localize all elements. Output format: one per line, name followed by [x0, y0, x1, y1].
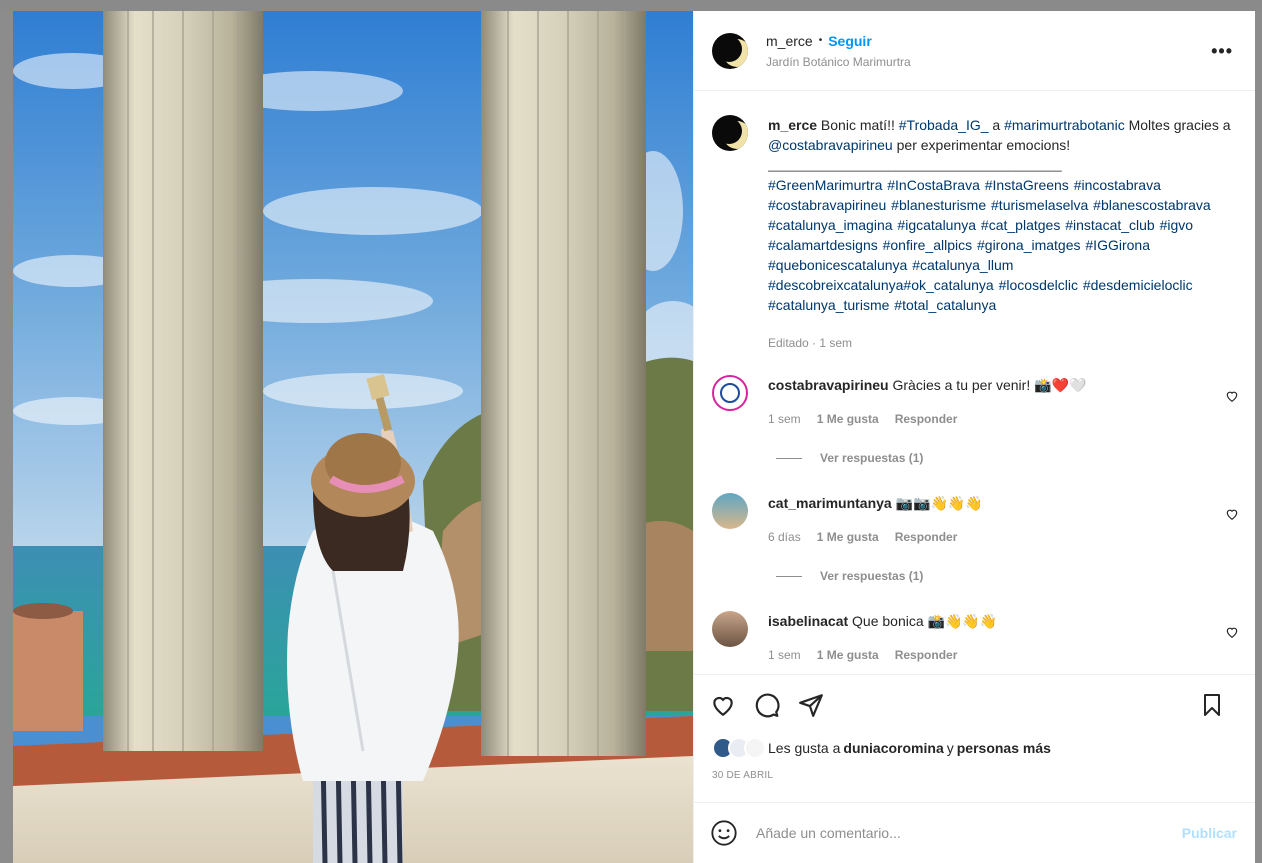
- reply-button[interactable]: Responder: [895, 527, 958, 547]
- comment-text: Gràcies a tu per venir! 📸❤️🤍: [892, 377, 1087, 393]
- bookmark-icon: [1204, 693, 1220, 716]
- comment-likes[interactable]: 1 Me gusta: [817, 409, 879, 429]
- add-comment-bar: Publicar: [694, 802, 1255, 863]
- caption-avatar[interactable]: [712, 115, 748, 151]
- author-avatar[interactable]: [712, 32, 748, 69]
- post-modal: m_erce • Seguir Jardín Botánico Marimurt…: [13, 11, 1255, 863]
- view-replies-label: Ver respuestas (1): [820, 451, 924, 465]
- view-replies-button[interactable]: Ver respuestas (1): [772, 451, 1237, 465]
- post-header: m_erce • Seguir Jardín Botánico Marimurt…: [694, 11, 1255, 91]
- comment-time[interactable]: 1 sem: [768, 645, 801, 665]
- save-button[interactable]: [1197, 690, 1227, 720]
- comment-time[interactable]: 1 sem: [768, 409, 801, 429]
- follow-button[interactable]: Seguir: [828, 33, 872, 49]
- post-date[interactable]: 30 DE ABRIL: [694, 762, 1255, 802]
- comment-username[interactable]: costabravapirineu: [768, 377, 889, 393]
- heart-icon[interactable]: [1225, 389, 1239, 403]
- caption-text: Moltes gracies a: [1124, 117, 1231, 133]
- liker-username[interactable]: duniacoromina: [843, 740, 943, 756]
- liker-avatars[interactable]: [712, 737, 766, 759]
- action-bar: [694, 674, 1255, 734]
- caption-text: Bonic matí!!: [817, 117, 899, 133]
- comment-avatar[interactable]: [712, 493, 748, 529]
- comment-text: 📷📷👋👋👋: [895, 495, 983, 511]
- comment-item: costabravapirineu Gràcies a tu per venir…: [712, 375, 1239, 429]
- emoji-icon[interactable]: [710, 819, 738, 847]
- comment-item: isabelinacat Que bonica 📸👋👋👋 1 sem 1 Me …: [712, 611, 1239, 665]
- post-location[interactable]: Jardín Botánico Marimurtra: [766, 55, 911, 69]
- caption: m_erce Bonic matí!! #Trobada_IG_ a #mari…: [712, 115, 1237, 353]
- publish-button[interactable]: Publicar: [1182, 825, 1237, 841]
- more-options-icon[interactable]: •••: [1211, 41, 1233, 62]
- comment-button[interactable]: [752, 690, 782, 720]
- post-photo[interactable]: [13, 11, 693, 863]
- caption-edited-time: Editado · 1 sem: [768, 336, 853, 350]
- comment-time[interactable]: 6 días: [768, 527, 801, 547]
- heart-icon[interactable]: [1225, 625, 1239, 639]
- comment-item: cat_marimuntanya 📷📷👋👋👋 6 días 1 Me gusta…: [712, 493, 1239, 547]
- likes-summary: Les gusta a duniacoromina y personas más: [694, 734, 1255, 762]
- caption-text: per experimentar emocions!: [892, 137, 1071, 153]
- reply-button[interactable]: Responder: [895, 645, 958, 665]
- view-replies-label: Ver respuestas (1): [820, 569, 924, 583]
- reply-button[interactable]: Responder: [895, 409, 958, 429]
- comments-list[interactable]: m_erce Bonic matí!! #Trobada_IG_ a #mari…: [694, 91, 1255, 674]
- comment-text: Que bonica 📸👋👋👋: [852, 613, 998, 629]
- hashtag-link[interactable]: #marimurtrabotanic: [1004, 117, 1125, 133]
- likes-prefix: Les gusta a: [768, 740, 841, 756]
- background-right: [1255, 11, 1262, 863]
- comment-username[interactable]: isabelinacat: [768, 613, 848, 629]
- mention-link[interactable]: @costabravapirineu: [768, 137, 893, 153]
- caption-meta: Editado · 1 sem: [768, 333, 1237, 353]
- caption-username[interactable]: m_erce: [768, 117, 817, 133]
- comment-username[interactable]: cat_marimuntanya: [768, 495, 892, 511]
- caption-text: a: [988, 117, 1005, 133]
- heart-icon[interactable]: [1225, 507, 1239, 521]
- comment-avatar[interactable]: [712, 611, 748, 647]
- hashtag-link[interactable]: #Trobada_IG_: [899, 117, 989, 133]
- comment-avatar[interactable]: [712, 375, 748, 411]
- author-username[interactable]: m_erce: [766, 33, 813, 49]
- send-icon: [799, 693, 823, 717]
- photo-illustration: [13, 11, 693, 863]
- like-button[interactable]: [708, 690, 738, 720]
- post-panel: m_erce • Seguir Jardín Botánico Marimurt…: [693, 11, 1255, 863]
- caption-separator: ________________________________________…: [768, 158, 1062, 172]
- heart-icon: [713, 696, 733, 716]
- view-replies-button[interactable]: Ver respuestas (1): [772, 569, 1237, 583]
- share-button[interactable]: [796, 690, 826, 720]
- caption-hashtags[interactable]: #GreenMarimurtra #InCostaBrava #InstaGre…: [768, 175, 1237, 315]
- likes-middle: y: [946, 740, 954, 756]
- comment-input[interactable]: [756, 825, 1156, 841]
- comment-likes[interactable]: 1 Me gusta: [817, 527, 879, 547]
- background-left: [0, 11, 13, 863]
- background-strip: [0, 0, 1262, 11]
- comment-icon: [755, 693, 780, 717]
- comment-likes[interactable]: 1 Me gusta: [817, 645, 879, 665]
- header-separator: •: [818, 35, 823, 46]
- likes-others-link[interactable]: personas más: [957, 740, 1051, 756]
